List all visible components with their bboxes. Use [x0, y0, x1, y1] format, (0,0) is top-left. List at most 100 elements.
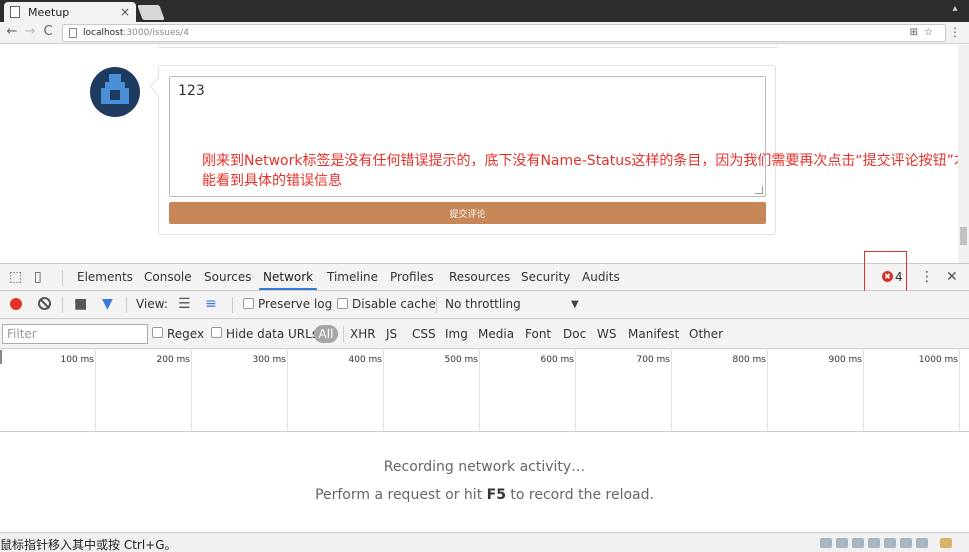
tab-security[interactable]: Security — [521, 270, 570, 284]
reload-icon[interactable]: C — [40, 24, 56, 39]
timeline-label: 500 ms — [444, 355, 479, 365]
url-path: :3000/issues/4 — [123, 28, 189, 38]
comment-text: 123 — [178, 83, 205, 99]
regex-label: Regex — [167, 327, 205, 341]
regex-checkbox[interactable] — [152, 327, 163, 338]
vm-status-bar: 鼠标指针移入其中或按 Ctrl+G。 — [0, 532, 969, 552]
empty-state-hint: Perform a request or hit F5 to record th… — [0, 487, 969, 503]
timeline-column: 900 ms — [768, 350, 864, 431]
timeline-column: 800 ms — [672, 350, 768, 431]
disable-cache-checkbox[interactable] — [337, 298, 348, 309]
filter-font[interactable]: Font — [525, 327, 551, 341]
network-filter-bar: Filter Regex Hide data URLs All XHR JS C… — [0, 319, 969, 349]
tab-elements[interactable]: Elements — [77, 270, 133, 284]
tab-sources[interactable]: Sources — [204, 270, 251, 284]
timeline-label: 900 ms — [828, 355, 863, 365]
tray-icon[interactable] — [900, 538, 912, 548]
preserve-log-checkbox[interactable] — [243, 298, 254, 309]
tray-icon[interactable] — [884, 538, 896, 548]
page-favicon-icon — [10, 6, 20, 18]
empty-state-title: Recording network activity… — [383, 459, 586, 475]
browser-tab[interactable]: Meetup × — [4, 2, 136, 22]
timeline-label: 1000 ms — [918, 355, 958, 365]
hide-data-urls-label: Hide data URLs — [226, 327, 319, 341]
tab-network[interactable]: Network — [258, 270, 318, 290]
error-icon[interactable]: ✖ — [882, 271, 893, 282]
submit-comment-button[interactable]: 提交评论 — [169, 202, 766, 224]
overview-icon[interactable]: ≡ — [205, 296, 217, 312]
new-tab-button[interactable] — [137, 5, 165, 20]
tab-timeline[interactable]: Timeline — [327, 270, 378, 284]
filter-js[interactable]: JS — [386, 327, 397, 341]
network-toolbar: ■ ▼ View: ☰ ≡ Preserve log Disable cache… — [0, 291, 969, 319]
view-label: View: — [136, 297, 168, 311]
large-rows-icon[interactable]: ☰ — [178, 296, 191, 312]
filter-manifest[interactable]: Manifest — [628, 327, 679, 341]
tray-icon[interactable] — [916, 538, 928, 548]
filter-media[interactable]: Media — [478, 327, 514, 341]
filter-input[interactable]: Filter — [2, 324, 148, 344]
tab-audits[interactable]: Audits — [582, 270, 620, 284]
preserve-log-label: Preserve log — [258, 297, 333, 311]
tab-title: Meetup — [28, 5, 70, 19]
tab-console[interactable]: Console — [144, 270, 192, 284]
device-toolbar-icon[interactable]: ▯ — [34, 269, 42, 285]
filter-icon[interactable]: ▼ — [102, 296, 113, 312]
url-host: localhost — [83, 28, 124, 38]
filter-doc[interactable]: Doc — [563, 327, 586, 341]
browser-menu-icon[interactable]: ⋮ — [949, 25, 961, 39]
devtools-menu-icon[interactable]: ⋮ — [920, 269, 934, 285]
timeline-label: 700 ms — [636, 355, 671, 365]
filter-xhr[interactable]: XHR — [350, 327, 376, 341]
devtools-panel: ⬚ ▯ Elements Console Sources Network Tim… — [0, 251, 969, 532]
filter-css[interactable]: CSS — [412, 327, 436, 341]
timeline-column: 700 ms — [576, 350, 672, 431]
filter-img[interactable]: Img — [445, 327, 468, 341]
window-control-icon[interactable]: ▴ — [947, 3, 963, 17]
disable-cache-label: Disable cache — [352, 297, 436, 311]
tray-icon[interactable] — [820, 538, 832, 548]
empty-hint-prefix: Perform a request or hit — [315, 487, 487, 503]
empty-hint-suffix: to record the reload. — [505, 487, 654, 503]
chevron-down-icon[interactable]: ▼ — [571, 299, 579, 310]
throttling-select[interactable]: No throttling — [445, 297, 521, 311]
translate-star-icons[interactable]: ⊞☆ — [910, 27, 939, 38]
filter-other[interactable]: Other — [689, 327, 723, 341]
tray-icon[interactable] — [940, 538, 952, 548]
timeline-column: 400 ms — [288, 350, 384, 431]
timeline-column: 500 ms — [384, 350, 480, 431]
timeline-column: 200 ms — [96, 350, 192, 431]
reload-shortcut-key: F5 — [486, 487, 506, 503]
capture-screenshots-icon[interactable]: ■ — [74, 296, 87, 312]
timeline-label: 300 ms — [252, 355, 287, 365]
page-content: 123 提交评论 刚来到Network标签是没有任何错误提示的，底下没有Name… — [0, 45, 958, 263]
network-timeline-overview[interactable]: 100 ms 200 ms 300 ms 400 ms 500 ms 600 m… — [0, 350, 969, 432]
page-info-icon[interactable] — [69, 28, 77, 38]
filter-all[interactable]: All — [314, 325, 338, 343]
timeline-column: 1000 ms — [864, 350, 960, 431]
tray-icon[interactable] — [836, 538, 848, 548]
page-scrollbar[interactable] — [958, 45, 969, 263]
hide-data-urls-checkbox[interactable] — [211, 327, 222, 338]
filter-ws[interactable]: WS — [597, 327, 616, 341]
back-icon[interactable]: ← — [4, 24, 20, 39]
tray-icon[interactable] — [868, 538, 880, 548]
tab-resources[interactable]: Resources — [449, 270, 510, 284]
forward-icon[interactable]: → — [22, 24, 38, 39]
inspect-element-icon[interactable]: ⬚ — [9, 269, 22, 285]
timeline-column: 100 ms — [0, 350, 96, 431]
record-icon[interactable] — [10, 298, 22, 310]
browser-tab-bar: Meetup × ▴ — [0, 0, 969, 22]
avatar — [90, 67, 140, 117]
url-input[interactable]: localhost :3000/issues/4 ⊞☆ — [62, 24, 946, 42]
timeline-label: 600 ms — [540, 355, 575, 365]
status-text: 鼠标指针移入其中或按 Ctrl+G。 — [0, 538, 177, 552]
error-count[interactable]: 4 — [895, 270, 903, 284]
tab-profiles[interactable]: Profiles — [390, 270, 434, 284]
devtools-close-icon[interactable]: ✕ — [946, 269, 958, 285]
address-bar: ← → C localhost :3000/issues/4 ⊞☆ ⋮ — [0, 22, 969, 44]
timeline-label: 200 ms — [156, 355, 191, 365]
tab-close-icon[interactable]: × — [120, 5, 130, 19]
clear-icon[interactable] — [38, 297, 51, 310]
tray-icon[interactable] — [852, 538, 864, 548]
